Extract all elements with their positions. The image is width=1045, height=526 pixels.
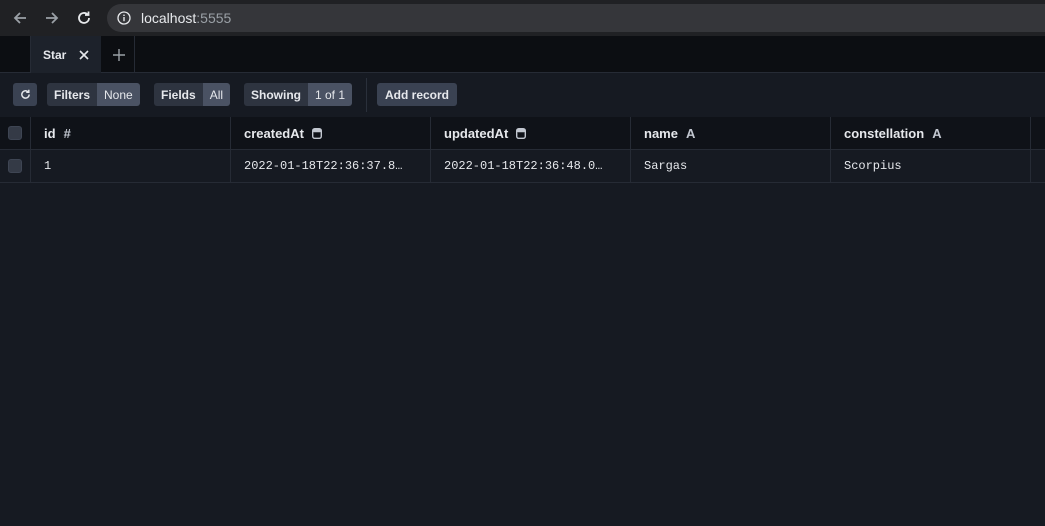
forward-button[interactable] <box>36 0 68 36</box>
add-record-button[interactable]: Add record <box>377 83 458 106</box>
select-all-cell[interactable] <box>0 117 31 149</box>
add-tab-button[interactable] <box>103 36 135 73</box>
column-label: createdAt <box>244 125 304 141</box>
close-icon[interactable] <box>77 48 91 62</box>
column-header-constellation[interactable]: constellation A <box>831 117 1031 149</box>
column-header-createdAt[interactable]: createdAt <box>231 117 431 149</box>
fields-label: Fields <box>154 83 203 106</box>
showing-button[interactable]: Showing 1 of 1 <box>244 83 353 106</box>
tab-label: Star <box>43 47 67 62</box>
row-checkbox[interactable] <box>8 159 22 173</box>
table-row[interactable]: 1 2022-01-18T22:36:37.8… 2022-01-18T22:3… <box>0 150 1045 183</box>
date-type-icon <box>516 127 527 139</box>
string-type-icon: A <box>685 125 696 141</box>
filters-button[interactable]: Filters None <box>47 83 140 106</box>
arrow-left-icon <box>13 12 26 24</box>
back-button[interactable] <box>4 0 36 36</box>
column-header-name[interactable]: name A <box>631 117 831 149</box>
refresh-button[interactable] <box>13 83 37 106</box>
date-type-icon <box>311 127 322 139</box>
model-tab-strip: Star <box>0 36 1045 73</box>
fields-button[interactable]: Fields All <box>154 83 231 106</box>
cell-value: 2022-01-18T22:36:37.8… <box>244 159 403 173</box>
cell-updatedAt[interactable]: 2022-01-18T22:36:48.0… <box>431 150 631 182</box>
column-label: updatedAt <box>444 125 509 141</box>
filters-label: Filters <box>47 83 98 106</box>
toolbar-divider <box>366 78 367 112</box>
column-label: constellation <box>844 125 925 141</box>
string-type-icon: A <box>932 125 942 141</box>
reload-icon <box>78 11 90 24</box>
url-host: localhost <box>141 10 197 26</box>
info-icon <box>117 11 131 25</box>
cell-createdAt[interactable]: 2022-01-18T22:36:37.8… <box>231 150 431 182</box>
showing-label: Showing <box>244 83 308 106</box>
filters-value: None <box>97 83 140 106</box>
address-bar[interactable]: localhost:5555 <box>107 4 1045 32</box>
column-label: name <box>644 125 678 141</box>
data-grid: id # createdAt updatedAt name A constell… <box>0 117 1045 183</box>
reload-icon <box>20 89 30 99</box>
tab-star[interactable]: Star <box>31 36 101 73</box>
url-port: :5555 <box>196 10 232 26</box>
cell-constellation[interactable]: Scorpius <box>831 150 1031 182</box>
row-filler <box>1031 150 1045 182</box>
reload-page-button[interactable] <box>68 0 100 36</box>
column-header-id[interactable]: id # <box>31 117 231 149</box>
arrow-right-icon <box>46 12 59 24</box>
cell-id[interactable]: 1 <box>31 150 231 182</box>
column-header-updatedAt[interactable]: updatedAt <box>431 117 631 149</box>
header-filler <box>1031 117 1045 149</box>
showing-value: 1 of 1 <box>308 83 353 106</box>
row-select-cell[interactable] <box>0 150 31 182</box>
fields-value: All <box>202 83 231 106</box>
column-label: id <box>44 125 56 141</box>
plus-icon <box>112 48 125 61</box>
browser-toolbar: localhost:5555 <box>0 0 1045 36</box>
cell-value: 2022-01-18T22:36:48.0… <box>444 159 603 173</box>
header-row: id # createdAt updatedAt name A constell… <box>0 117 1045 150</box>
grid-toolbar: Filters None Fields All Showing 1 of 1 A… <box>0 73 1045 117</box>
select-all-checkbox[interactable] <box>8 126 22 140</box>
number-type-icon: # <box>63 125 71 141</box>
cell-name[interactable]: Sargas <box>631 150 831 182</box>
